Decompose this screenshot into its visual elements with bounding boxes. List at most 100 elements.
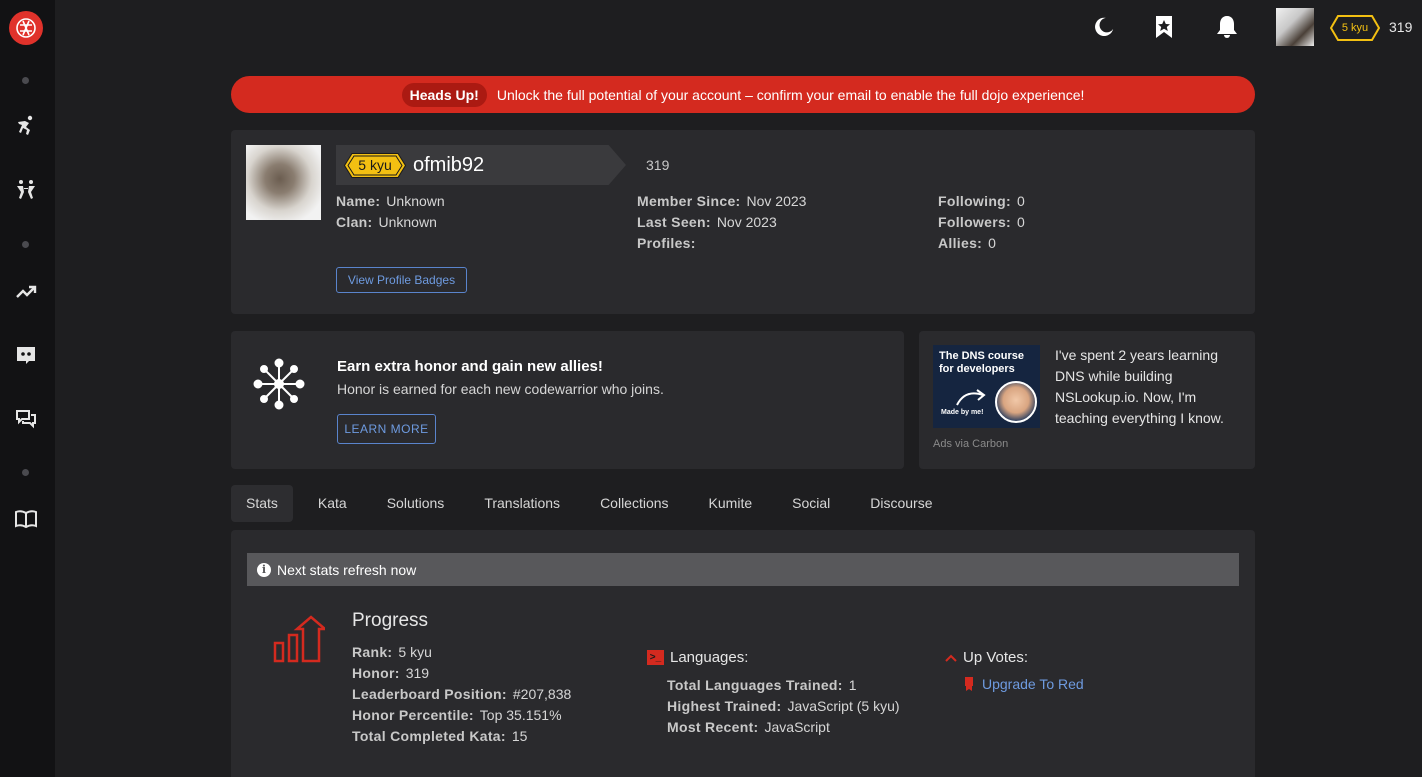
stat-value: 15 (511, 728, 528, 744)
profile-tabs: Stats Kata Solutions Translations Collec… (231, 485, 958, 522)
info-row-allies: Allies: 0 (938, 233, 1025, 254)
stat-value: #207,838 (512, 686, 572, 702)
stat-value: Top 35.151% (479, 707, 562, 723)
ribbon-badge-icon (965, 677, 973, 691)
sidebar-divider-dot (22, 241, 29, 248)
tab-collections[interactable]: Collections (585, 485, 683, 522)
sidebar-divider-dot (22, 469, 29, 476)
dark-mode-moon-icon[interactable] (1091, 14, 1117, 40)
tab-solutions[interactable]: Solutions (372, 485, 460, 522)
stat-value: JavaScript (764, 719, 830, 735)
info-key: Clan: (336, 214, 373, 230)
info-value: 0 (1017, 214, 1025, 230)
alert-text: Unlock the full potential of your accoun… (496, 86, 1085, 103)
email-alert-banner: Heads Up! Unlock the full potential of y… (231, 76, 1255, 113)
rank-badge: 5 kyu (1329, 15, 1381, 41)
stat-key: Total Completed Kata: (352, 728, 506, 744)
promo-subtitle: Honor is earned for each new codewarrior… (337, 381, 664, 397)
stat-value: 319 (405, 665, 430, 681)
info-row-following: Following: 0 (938, 191, 1025, 212)
alert-tag: Heads Up! (401, 82, 487, 107)
info-row-clan: Clan: Unknown (336, 212, 445, 233)
stat-key: Total Languages Trained: (667, 677, 843, 693)
info-key: Last Seen: (637, 214, 711, 230)
stat-key: Honor Percentile: (352, 707, 474, 723)
info-key: Member Since: (637, 193, 741, 209)
profile-info-column-2: Member Since: Nov 2023 Last Seen: Nov 2023… (637, 191, 806, 254)
ad-text[interactable]: I've spent 2 years learning DNS while bu… (1055, 345, 1245, 429)
profile-info-column-1: Name: Unknown Clan: Unknown (336, 191, 445, 233)
progress-stats: Rank: 5 kyu Honor: 319 Leaderboard Positio… (352, 642, 571, 747)
user-avatar[interactable] (1276, 8, 1314, 46)
info-row-name: Name: Unknown (336, 191, 445, 212)
tab-discourse[interactable]: Discourse (855, 485, 947, 522)
upgrade-to-red-link[interactable]: Upgrade To Red (964, 676, 1084, 692)
honor-count: 319 (1389, 19, 1413, 35)
stat-row-honor: Honor: 319 (352, 663, 571, 684)
docs-book-icon[interactable] (13, 506, 39, 532)
carbon-ad-card: The DNS course for developers Made by me… (919, 331, 1255, 469)
discussion-icon[interactable] (13, 406, 39, 432)
stat-key: Highest Trained: (667, 698, 782, 714)
profile-honor: 319 (646, 157, 670, 173)
discord-icon[interactable] (13, 342, 39, 368)
stat-row-highest-trained: Highest Trained: JavaScript (5 kyu) (667, 696, 900, 717)
ad-image[interactable]: The DNS course for developers Made by me… (933, 345, 1040, 428)
terminal-icon: >_ (647, 650, 664, 665)
stat-row-completed-kata: Total Completed Kata: 15 (352, 726, 571, 747)
tab-stats[interactable]: Stats (231, 485, 293, 522)
stat-row-languages-trained: Total Languages Trained: 1 (667, 675, 900, 696)
view-profile-badges-button[interactable]: View Profile Badges (336, 267, 467, 293)
info-key: Profiles: (637, 235, 696, 251)
practice-icon[interactable] (13, 177, 39, 203)
stats-refresh-text: Next stats refresh now (277, 561, 417, 578)
sidebar-divider-dot (22, 77, 29, 84)
ad-author-photo (995, 381, 1037, 423)
tab-social[interactable]: Social (777, 485, 845, 522)
network-nodes-icon (253, 358, 305, 410)
bookmark-star-icon[interactable] (1151, 14, 1177, 40)
profile-card: 5 kyu ofmib92 319 Name: Unknown Clan: Unkn… (231, 130, 1255, 314)
profile-info-column-3: Following: 0 Followers: 0 Allies: 0 (938, 191, 1025, 254)
profile-avatar (246, 145, 321, 220)
stat-row-leaderboard: Leaderboard Position: #207,838 (352, 684, 571, 705)
tab-translations[interactable]: Translations (469, 485, 575, 522)
upgrade-link-text[interactable]: Upgrade To Red (982, 676, 1084, 692)
codewars-logo-icon[interactable] (9, 11, 43, 45)
stat-row-percentile: Honor Percentile: Top 35.151% (352, 705, 571, 726)
username: ofmib92 (413, 154, 485, 176)
profile-rank-badge: 5 kyu (343, 152, 407, 179)
leaderboard-trend-icon[interactable] (13, 278, 39, 304)
languages-heading: >_ Languages: (647, 649, 748, 666)
info-key: Following: (938, 193, 1011, 209)
upvotes-heading: Up Votes: (945, 649, 1028, 666)
learn-more-button[interactable]: LEARN MORE (337, 414, 436, 444)
info-row-last-seen: Last Seen: Nov 2023 (637, 212, 806, 233)
tab-kumite[interactable]: Kumite (694, 485, 768, 522)
stat-key: Leaderboard Position: (352, 686, 507, 702)
stat-value: 5 kyu (398, 644, 432, 660)
stat-key: Rank: (352, 644, 393, 660)
info-key: Name: (336, 193, 381, 209)
info-value: Unknown (378, 214, 437, 230)
ads-via-carbon-link[interactable]: Ads via Carbon (933, 438, 1008, 450)
info-value: 0 (1016, 193, 1025, 209)
ad-image-caption: Made by me! (941, 409, 984, 416)
training-icon[interactable] (13, 113, 39, 139)
info-row-profiles: Profiles: (637, 233, 806, 254)
tab-kata[interactable]: Kata (303, 485, 362, 522)
info-key: Allies: (938, 235, 983, 251)
upvotes-title: Up Votes: (963, 649, 1029, 666)
chevron-up-icon (945, 654, 957, 662)
stat-key: Honor: (352, 665, 400, 681)
sidebar (0, 0, 55, 777)
progress-title: Progress (352, 610, 429, 631)
notifications-bell-icon[interactable] (1214, 14, 1240, 40)
info-value: 0 (988, 235, 996, 251)
info-key: Followers: (938, 214, 1012, 230)
stat-value: JavaScript (5 kyu) (787, 698, 900, 714)
languages-title: Languages: (670, 649, 749, 666)
profile-rank-label: 5 kyu (358, 157, 392, 173)
language-stats: Total Languages Trained: 1 Highest Traine… (667, 675, 900, 738)
info-value: Nov 2023 (716, 214, 777, 230)
